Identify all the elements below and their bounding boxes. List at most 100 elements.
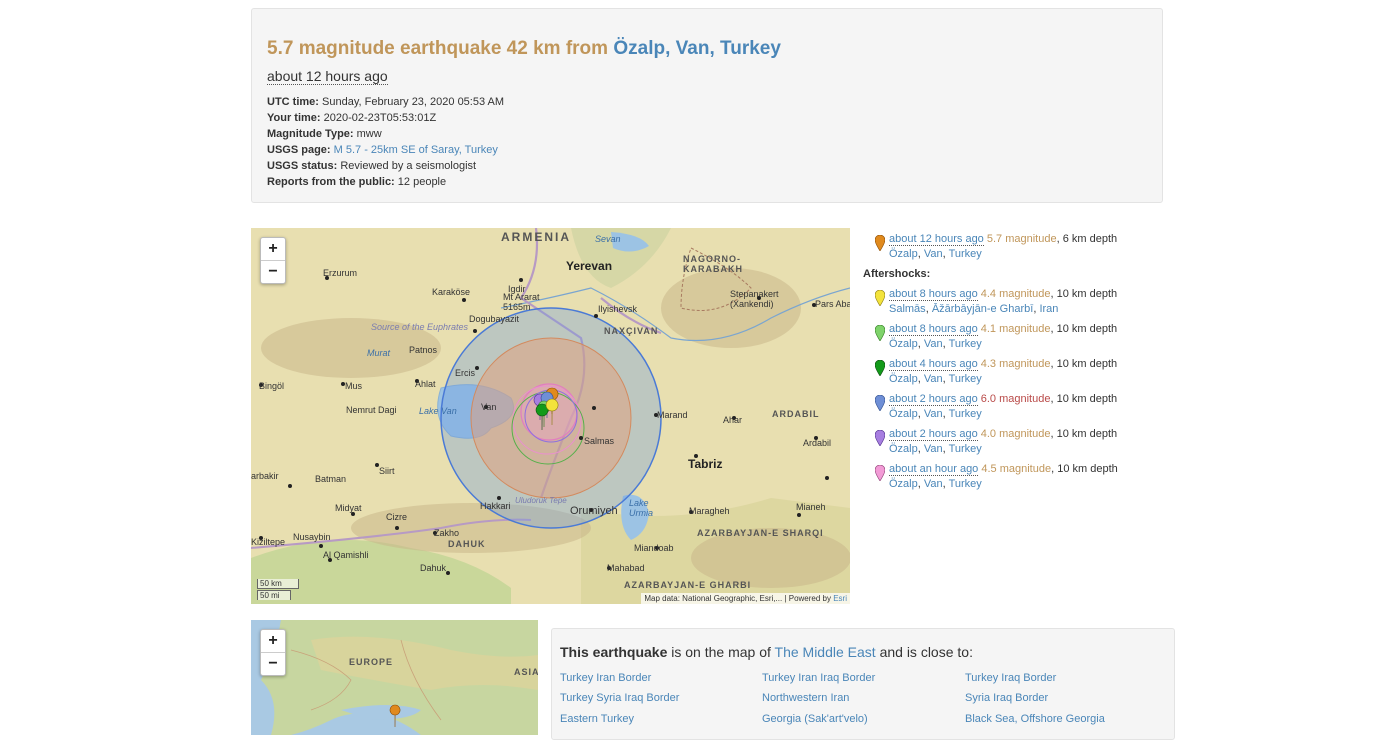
map-label-marand: Marand: [657, 410, 688, 420]
map-label-lake-van: Lake Van: [419, 406, 457, 416]
pink-marker-icon: [875, 465, 885, 481]
event-location-city[interactable]: Özalp: [889, 338, 918, 350]
event-location-city[interactable]: Özalp: [889, 478, 918, 490]
nearby-place-link[interactable]: Northwestern Iran: [762, 692, 849, 704]
map-label-mahabad: Mahabad: [607, 563, 645, 573]
event-magnitude: 4.3 magnitude: [980, 358, 1051, 370]
event-time-link[interactable]: about 8 hours ago: [889, 323, 978, 336]
page-title: 5.7 magnitude earthquake 42 km from Özal…: [267, 38, 781, 60]
esri-link[interactable]: Esri: [833, 594, 847, 603]
nearby-places-panel: This earthquake is on the map of The Mid…: [551, 628, 1175, 740]
detail-label: Your time:: [267, 112, 321, 124]
event-location-country[interactable]: Turkey: [949, 338, 982, 350]
event-location-country[interactable]: Iran: [1039, 303, 1058, 315]
event-location-country[interactable]: Turkey: [949, 248, 982, 260]
event-time-link[interactable]: about 8 hours ago: [889, 288, 978, 301]
overview-zoom-control: + −: [260, 629, 286, 676]
map-label-nagorno-karabakh: NAGORNO-KARABAKH: [683, 254, 743, 274]
map-label-mus: Mus: [345, 381, 363, 391]
map-label-ararat: Mt Ararat 5165m: [503, 292, 540, 312]
event-location-country[interactable]: Turkey: [949, 408, 982, 420]
event-location-country[interactable]: Turkey: [949, 478, 982, 490]
nearby-place-link[interactable]: Syria Iraq Border: [965, 692, 1048, 704]
detail-public-reports: Reports from the public: 12 people: [267, 174, 504, 190]
nearby-place-link[interactable]: Georgia (Sak'art'velo): [762, 713, 868, 725]
map-label-euphrates-source: Source of the Euphrates: [371, 322, 469, 332]
detail-label: UTC time:: [267, 96, 319, 108]
event-location-country[interactable]: Turkey: [949, 373, 982, 385]
earthquake-map[interactable]: ARMENIA Sevan Erzurum Igdir Yerevan NAGO…: [251, 228, 850, 604]
event-time-link[interactable]: about 12 hours ago: [889, 233, 984, 246]
detail-value: Sunday, February 23, 2020 05:53 AM: [322, 96, 505, 108]
place-region-link[interactable]: Van: [676, 38, 710, 59]
region-overview-map[interactable]: EUROPE ASIA + −: [251, 620, 538, 735]
aftershock-item: about 8 hours ago 4.4 magnitude, 10 km d…: [863, 287, 1163, 317]
event-depth: , 10 km depth: [1050, 323, 1118, 335]
map-scale: 50 km 50 mi: [257, 578, 299, 600]
map-label-dahuk-region: DAHUK: [448, 539, 486, 549]
nearby-place-link[interactable]: Eastern Turkey: [560, 713, 634, 725]
event-location-region[interactable]: Āžārbāyjān-e Gharbī: [932, 303, 1034, 315]
zoom-in-button[interactable]: +: [261, 238, 285, 260]
event-magnitude: 4.5 magnitude: [981, 463, 1052, 475]
detail-usgs-status: USGS status: Reviewed by a seismologist: [267, 158, 504, 174]
event-location-city[interactable]: Özalp: [889, 373, 918, 385]
nearby-place-link[interactable]: Turkey Syria Iraq Border: [560, 692, 679, 704]
event-details: UTC time: Sunday, February 23, 2020 05:5…: [267, 94, 504, 190]
event-location-region[interactable]: Van: [924, 443, 943, 455]
usgs-page-link[interactable]: M 5.7 - 25km SE of Saray, Turkey: [334, 144, 498, 156]
blue-marker-icon: [875, 395, 885, 411]
event-time-link[interactable]: about 2 hours ago: [889, 428, 978, 441]
overview-zoom-out-button[interactable]: −: [261, 652, 285, 675]
event-location-city[interactable]: Özalp: [889, 248, 918, 260]
event-magnitude: 4.4 magnitude: [980, 288, 1051, 300]
event-location-city[interactable]: Özalp: [889, 443, 918, 455]
event-location-region[interactable]: Van: [924, 248, 943, 260]
middle-east-map-link[interactable]: The Middle East: [775, 644, 876, 660]
map-label-armenia: ARMENIA: [501, 230, 571, 244]
event-time-link[interactable]: about 2 hours ago: [889, 393, 978, 406]
map-label-erzurum: Erzurum: [323, 268, 358, 278]
map-label-orumiyeh: Orumiyeh: [570, 505, 618, 517]
map-label-ahlat: Ahlat: [415, 379, 436, 389]
nearby-intro-end: and is close to:: [875, 644, 973, 660]
map-label-miandoab: Miandoab: [634, 543, 674, 553]
map-label-dogubayazit: Dogubayazit: [469, 314, 520, 324]
event-location-region[interactable]: Van: [924, 408, 943, 420]
scale-km: 50 km: [257, 579, 299, 589]
map-label-maragheh: Maragheh: [689, 506, 730, 516]
nearby-intro-bold: This earthquake: [560, 644, 668, 660]
event-time-link[interactable]: about an hour ago: [889, 463, 979, 476]
aftershocks-heading: Aftershocks:: [863, 268, 931, 280]
event-location-region[interactable]: Van: [924, 478, 943, 490]
map-zoom-control: + −: [260, 237, 286, 284]
nearby-place-link[interactable]: Turkey Iraq Border: [965, 672, 1056, 684]
nearby-intro-text: is on the map of: [667, 644, 775, 660]
map-label-qamishli: Al Qamishli: [323, 550, 369, 560]
map-label-ilyishevsk: Ilyishevsk: [598, 304, 638, 314]
aftershock-item: about 2 hours ago 6.0 magnitude, 10 km d…: [863, 392, 1163, 422]
title-separator: ,: [709, 38, 721, 59]
title-text: 5.7 magnitude earthquake 42 km from: [267, 38, 614, 59]
nearby-place-link[interactable]: Turkey Iran Border: [560, 672, 651, 684]
event-location-city[interactable]: Özalp: [889, 408, 918, 420]
map-label-bingol: Bingöl: [259, 381, 285, 391]
nearby-place-link[interactable]: Black Sea, Offshore Georgia: [965, 713, 1105, 725]
map-label-mianeh: Mianeh: [796, 502, 826, 512]
detail-label: USGS page:: [267, 144, 331, 156]
map-label-parsabad: Pars Aba: [815, 299, 850, 309]
zoom-out-button[interactable]: −: [261, 260, 285, 283]
map-label-hakkari: Hakkari: [480, 501, 511, 511]
place-country-link[interactable]: Turkey: [720, 38, 781, 59]
event-time-link[interactable]: about 4 hours ago: [889, 358, 978, 371]
event-location-city[interactable]: Salmās: [889, 303, 926, 315]
aftershock-item: about 4 hours ago 4.3 magnitude, 10 km d…: [863, 357, 1163, 387]
map-label-lake-urmia: Lake Urmia: [629, 498, 653, 518]
event-location-region[interactable]: Van: [924, 338, 943, 350]
nearby-place-link[interactable]: Turkey Iran Iraq Border: [762, 672, 875, 684]
place-city-link[interactable]: Özalp: [613, 38, 665, 59]
event-location-country[interactable]: Turkey: [949, 443, 982, 455]
map-attribution: Map data: National Geographic, Esri,... …: [641, 593, 850, 604]
event-location-region[interactable]: Van: [924, 373, 943, 385]
overview-zoom-in-button[interactable]: +: [261, 630, 285, 652]
